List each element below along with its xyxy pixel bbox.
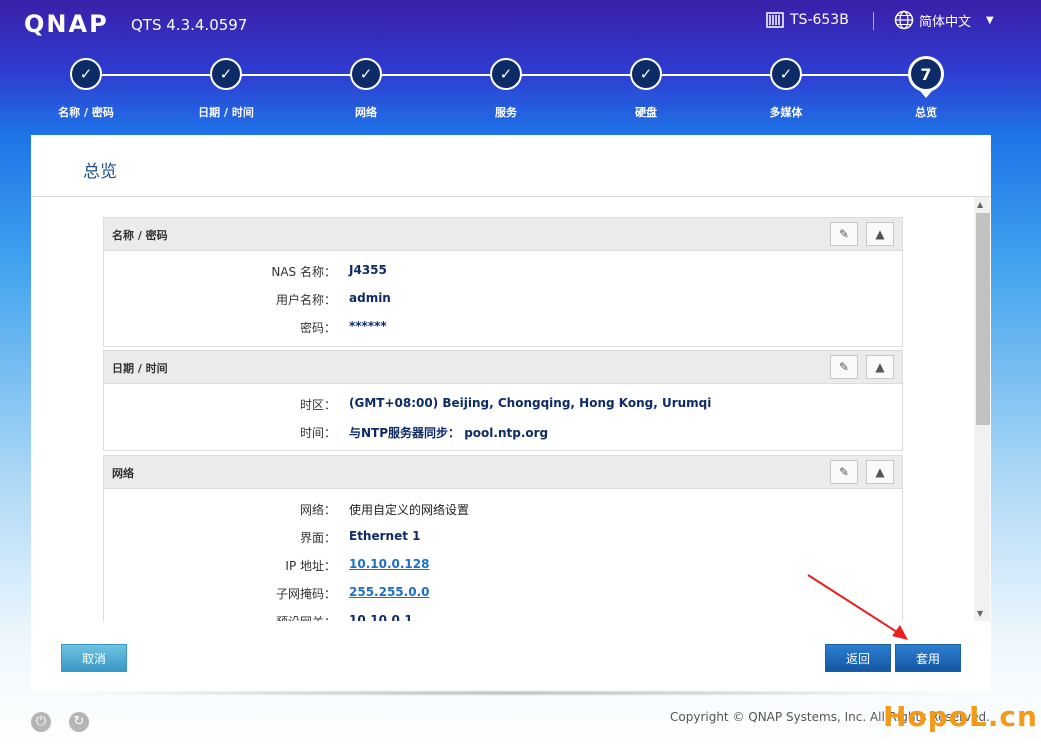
chevron-up-icon: ▲: [875, 227, 885, 241]
info-row: 子网掩码： 255.255.0.0: [104, 585, 904, 605]
section-title: 名称 / 密码: [112, 229, 168, 242]
step-label: 网络: [355, 106, 377, 119]
field-label: 网络：: [299, 503, 336, 517]
field-value: admin: [349, 291, 391, 305]
field-value: 10.10.0.1: [349, 613, 413, 621]
edit-button[interactable]: ✎: [830, 460, 858, 484]
top-bar: QNAP QTS 4.3.4.0597 TS-653B 简体中文 ▼: [0, 0, 1041, 50]
field-value: J4355: [349, 263, 387, 277]
field-label: IP 地址：: [285, 559, 336, 573]
check-icon: ✓: [490, 58, 522, 90]
info-row: 时区： (GMT+08:00) Beijing, Chongqing, Hong…: [104, 396, 904, 416]
field-value: 与NTP服务器同步： pool.ntp.org: [349, 426, 549, 440]
field-label: 用户名称：: [275, 293, 336, 307]
ip-address-link[interactable]: 10.10.0.128: [349, 557, 429, 571]
header-separator: [873, 12, 874, 30]
step-label: 多媒体: [769, 106, 803, 119]
section-header: 网络 ✎ ▲: [104, 456, 902, 489]
vertical-scrollbar[interactable]: ▲ ▼: [974, 197, 990, 621]
pencil-icon: ✎: [838, 465, 850, 479]
info-row: 时间： 与NTP服务器同步： pool.ntp.org: [104, 424, 904, 444]
field-label: 界面：: [299, 531, 336, 545]
field-label: 预设网关：: [276, 613, 336, 621]
check-icon: ✓: [70, 58, 102, 90]
section-network: 网络 ✎ ▲ 网络： 使用自定义的网络设置 界面： Ethernet 1 IP …: [103, 455, 903, 621]
field-label: NAS 名称：: [271, 265, 336, 279]
step-services: ✓ 服务: [446, 58, 566, 120]
nas-model-label: TS-653B: [790, 12, 849, 28]
step-disks: ✓ 硬盘: [586, 58, 706, 120]
step-number: 7: [908, 56, 944, 92]
step-label: 硬盘: [635, 106, 657, 119]
apply-button[interactable]: 套用: [895, 644, 961, 672]
field-label: 子网掩码：: [275, 587, 336, 601]
collapse-button[interactable]: ▲: [866, 355, 894, 379]
panel-shadow: [70, 690, 950, 696]
nas-model: TS-653B: [766, 12, 849, 28]
step-label: 日期 / 时间: [198, 106, 254, 119]
firmware-version: QTS 4.3.4.0597: [131, 16, 248, 34]
edit-button[interactable]: ✎: [830, 222, 858, 246]
info-row: 密码： ******: [104, 319, 904, 339]
field-value: ******: [349, 319, 387, 333]
check-icon: ✓: [350, 58, 382, 90]
page-title: 总览: [83, 162, 117, 182]
chevron-up-icon: ▲: [875, 360, 885, 374]
field-value: (GMT+08:00) Beijing, Chongqing, Hong Kon…: [349, 396, 712, 410]
restart-icon[interactable]: ↻: [69, 712, 89, 732]
language-label: 简体中文: [919, 14, 972, 30]
cancel-button[interactable]: 取消: [61, 644, 127, 672]
server-icon: [766, 12, 784, 28]
scrollbar-thumb[interactable]: [976, 213, 990, 425]
step-label: 服务: [495, 106, 517, 119]
pencil-icon: ✎: [838, 227, 850, 241]
info-row: 网络： 使用自定义的网络设置: [104, 501, 904, 521]
power-icon[interactable]: ⏻: [31, 712, 51, 732]
step-multimedia: ✓ 多媒体: [726, 58, 846, 120]
subnet-mask-link[interactable]: 255.255.0.0: [349, 585, 429, 599]
field-value: Ethernet 1: [349, 529, 421, 543]
step-label: 总览: [915, 106, 937, 119]
check-icon: ✓: [210, 58, 242, 90]
step-network: ✓ 网络: [306, 58, 426, 120]
section-title: 网络: [112, 467, 134, 480]
edit-button[interactable]: ✎: [830, 355, 858, 379]
collapse-button[interactable]: ▲: [866, 222, 894, 246]
info-row: NAS 名称： J4355: [104, 263, 904, 283]
language-selector[interactable]: 简体中文 ▼: [894, 10, 994, 30]
step-summary: 7 总览: [866, 56, 986, 120]
watermark-logo: HopoL.cn: [883, 700, 1038, 733]
wizard-stepper: ✓ 名称 / 密码 ✓ 日期 / 时间 ✓ 网络 ✓ 服务 ✓ 硬盘 ✓ 多媒体…: [0, 56, 1041, 128]
step-name-password: ✓ 名称 / 密码: [26, 58, 146, 120]
field-label: 密码：: [299, 321, 336, 335]
info-row: 预设网关： 10.10.0.1: [104, 613, 904, 621]
qnap-logo: QNAP: [24, 10, 109, 38]
check-icon: ✓: [630, 58, 662, 90]
section-title: 日期 / 时间: [112, 362, 168, 375]
pencil-icon: ✎: [838, 360, 850, 374]
collapse-button[interactable]: ▲: [866, 460, 894, 484]
step-date-time: ✓ 日期 / 时间: [166, 58, 286, 120]
chevron-down-icon: ▼: [986, 14, 994, 26]
field-label: 时间：: [299, 426, 336, 440]
back-button[interactable]: 返回: [825, 644, 891, 672]
chevron-up-icon: ▲: [875, 465, 885, 479]
field-label: 时区：: [299, 398, 336, 412]
step-label: 名称 / 密码: [58, 106, 114, 119]
info-row: 用户名称： admin: [104, 291, 904, 311]
info-row: IP 地址： 10.10.0.128: [104, 557, 904, 577]
section-date-time: 日期 / 时间 ✎ ▲ 时区： (GMT+08:00) Beijing, Cho…: [103, 350, 903, 451]
info-row: 界面： Ethernet 1: [104, 529, 904, 549]
section-header: 日期 / 时间 ✎ ▲: [104, 351, 902, 384]
scroll-down-icon[interactable]: ▼: [977, 609, 983, 618]
scroll-up-icon[interactable]: ▲: [977, 200, 983, 209]
summary-scroll-area[interactable]: 名称 / 密码 ✎ ▲ NAS 名称： J4355 用户名称： admin 密码…: [31, 197, 991, 621]
field-value: 使用自定义的网络设置: [349, 503, 470, 517]
annotation-arrow: [807, 574, 908, 640]
current-step-pointer: [920, 91, 932, 98]
globe-icon: [894, 10, 914, 30]
section-header: 名称 / 密码 ✎ ▲: [104, 218, 902, 251]
section-name-password: 名称 / 密码 ✎ ▲ NAS 名称： J4355 用户名称： admin 密码…: [103, 217, 903, 347]
check-icon: ✓: [770, 58, 802, 90]
